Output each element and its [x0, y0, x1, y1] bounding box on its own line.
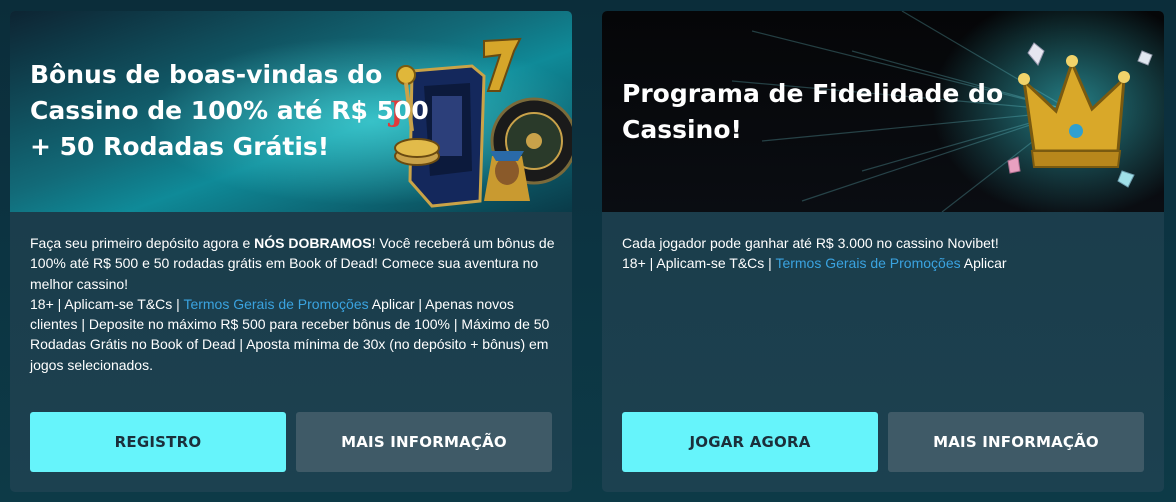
terms-suffix: Aplicar — [960, 255, 1007, 272]
promo-intro: Faça seu primeiro depósito agora e NÓS D… — [30, 233, 555, 294]
intro-bold-text: NÓS DOBRAMOS — [254, 235, 372, 251]
register-button[interactable]: REGISTRO — [30, 412, 286, 472]
terms-link[interactable]: Termos Gerais de Promoções — [183, 296, 368, 312]
promo-intro: Cada jogador pode ganhar até R$ 3.000 no… — [622, 235, 999, 251]
intro-text: Faça seu primeiro depósito agora e — [30, 235, 255, 251]
promo-terms: 18+ | Aplicam-se T&Cs | Termos Gerais de… — [622, 253, 1142, 273]
promo-card-welcome-bonus: J Bônus de boas-vindas do Cassino de 100… — [10, 11, 572, 492]
more-info-button[interactable]: MAIS INFORMAÇÃO — [296, 412, 552, 472]
promo-banner: J Bônus de boas-vindas do Cassino de 100… — [10, 11, 572, 212]
promo-title: Bônus de boas-vindas do Cassino de 100% … — [30, 60, 429, 161]
terms-link[interactable]: Termos Gerais de Promoções — [775, 255, 960, 271]
promo-description: Faça seu primeiro depósito agora e NÓS D… — [30, 233, 555, 375]
terms-prefix: 18+ | Aplicam-se T&Cs | — [30, 295, 184, 312]
more-info-button[interactable]: MAIS INFORMAÇÃO — [888, 412, 1144, 472]
terms-prefix: 18+ | Aplicam-se T&Cs | — [622, 255, 776, 272]
promo-banner: Programa de Fidelidade do Cassino! — [602, 11, 1164, 212]
play-now-button[interactable]: JOGAR AGORA — [622, 412, 878, 472]
promo-description: Cada jogador pode ganhar até R$ 3.000 no… — [622, 233, 1142, 274]
promo-terms: 18+ | Aplicam-se T&Cs | Termos Gerais de… — [30, 294, 555, 375]
promo-card-loyalty: Programa de Fidelidade do Cassino! Cada … — [602, 11, 1164, 492]
promo-title: Programa de Fidelidade do Cassino! — [622, 79, 1004, 144]
